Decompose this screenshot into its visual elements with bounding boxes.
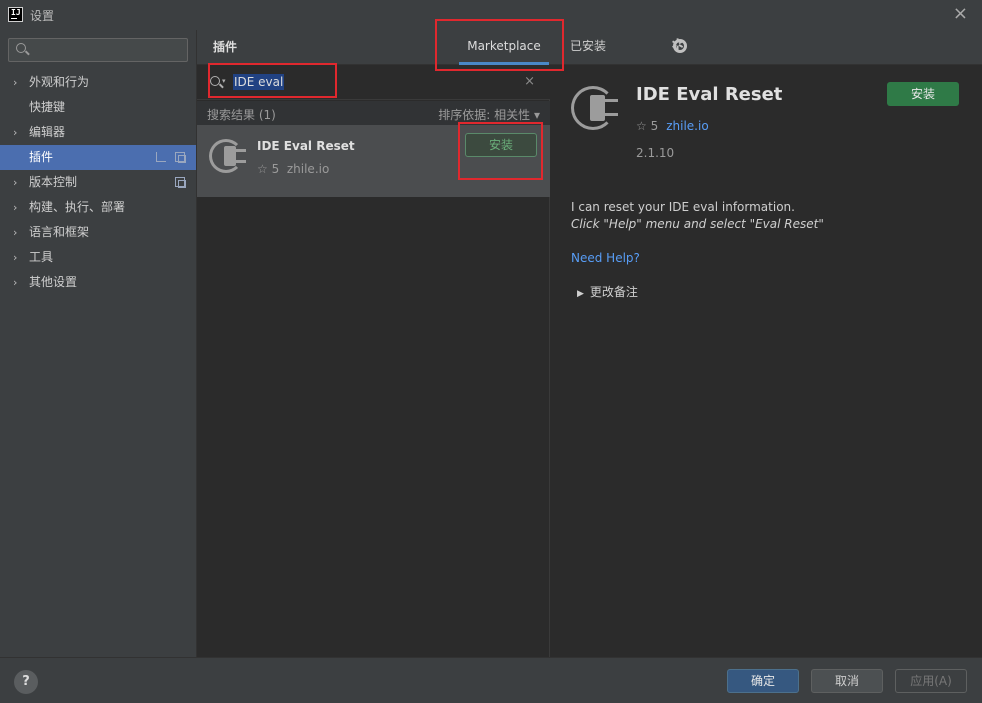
plugin-detail-pane: IDE Eval Reset ☆ 5 zhile.io 2.1.10 安装 I c…: [551, 65, 982, 657]
dialog-footer: ? 确定 取消 应用(A): [0, 657, 982, 703]
plugin-list-pane: ▾ IDE eval × 搜索结果 (1) 排序依据: 相关性 ▾ IDE Ev…: [197, 65, 550, 657]
project-scope-icon: [175, 152, 186, 163]
project-scope-icon: [175, 177, 186, 188]
search-icon: [16, 43, 26, 53]
intellij-logo-icon: IJ: [8, 7, 23, 22]
sidebar-item-tools[interactable]: › 工具: [0, 245, 196, 270]
detail-version: 2.1.10: [636, 146, 675, 160]
sidebar-item-other[interactable]: › 其他设置: [0, 270, 196, 295]
results-count: 搜索结果 (1): [207, 108, 276, 122]
detail-rating: ☆ 5: [636, 119, 659, 133]
plugin-icon: [209, 137, 249, 177]
list-item[interactable]: IDE Eval Reset ☆ 5 zhile.io 安装: [197, 125, 550, 197]
sidebar-item-appearance[interactable]: › 外观和行为: [0, 70, 196, 95]
chevron-right-icon: ›: [13, 201, 18, 214]
chevron-right-icon: ›: [13, 276, 18, 289]
detail-install-button[interactable]: 安装: [887, 82, 959, 106]
changelog-toggle[interactable]: ▶ 更改备注: [577, 283, 638, 300]
plugin-rating: ☆ 5: [257, 162, 280, 176]
sidebar-item-label: 语言和框架: [29, 225, 90, 239]
apply-button[interactable]: 应用(A): [895, 669, 967, 693]
sidebar-item-languages[interactable]: › 语言和框架: [0, 220, 196, 245]
sidebar-item-version-control[interactable]: › 版本控制: [0, 170, 196, 195]
plugin-meta: ☆ 5 zhile.io: [257, 162, 329, 176]
settings-sidebar: › 外观和行为 快捷键 › 编辑器 插件 › 版本控制 › 构建、执行、部署 ›…: [0, 30, 197, 657]
close-icon[interactable]: ×: [953, 3, 968, 24]
chevron-right-icon: ›: [13, 251, 18, 264]
help-button[interactable]: ?: [14, 670, 38, 694]
gear-icon[interactable]: [671, 35, 687, 54]
description-line-1: I can reset your IDE eval information.: [571, 200, 795, 214]
chevron-right-icon: ›: [13, 76, 18, 89]
plugin-vendor: zhile.io: [286, 162, 330, 176]
settings-search-input[interactable]: [8, 38, 188, 62]
sidebar-item-plugins[interactable]: 插件: [0, 145, 196, 170]
need-help-link[interactable]: Need Help?: [571, 251, 640, 265]
cancel-button[interactable]: 取消: [811, 669, 883, 693]
install-button[interactable]: 安装: [465, 133, 537, 157]
description-line-2: Click "Help" menu and select "Eval Reset…: [571, 217, 824, 231]
sidebar-item-label: 插件: [29, 150, 54, 164]
sidebar-item-editor[interactable]: › 编辑器: [0, 120, 196, 145]
expand-arrow-icon: ▶: [577, 289, 584, 299]
search-history-dropdown-icon[interactable]: ▾: [222, 77, 226, 85]
sidebar-item-build[interactable]: › 构建、执行、部署: [0, 195, 196, 220]
plugin-name: IDE Eval Reset: [257, 139, 355, 153]
title-bar: IJ 设置 ×: [0, 0, 982, 30]
ok-button[interactable]: 确定: [727, 669, 799, 693]
plugins-header: 插件 Marketplace 已安装: [197, 30, 982, 65]
search-icon: [210, 76, 220, 86]
sidebar-item-label: 其他设置: [29, 275, 78, 289]
results-header: 搜索结果 (1) 排序依据: 相关性 ▾: [197, 101, 550, 125]
chevron-right-icon: ›: [13, 176, 18, 189]
detail-plugin-name: IDE Eval Reset: [636, 84, 783, 105]
plugin-search-input[interactable]: ▾ IDE eval ×: [197, 65, 550, 100]
language-icon: [156, 152, 166, 162]
chevron-right-icon: ›: [13, 126, 18, 139]
chevron-right-icon: ›: [13, 226, 18, 239]
sidebar-item-label: 版本控制: [29, 175, 78, 189]
sidebar-item-label: 快捷键: [29, 100, 66, 114]
window-title: 设置: [30, 9, 55, 23]
tab-marketplace[interactable]: Marketplace: [459, 30, 549, 65]
changelog-label: 更改备注: [589, 285, 638, 299]
detail-meta: ☆ 5 zhile.io: [636, 119, 709, 133]
sidebar-item-label: 工具: [29, 250, 54, 264]
sort-by-dropdown[interactable]: 排序依据: 相关性 ▾: [438, 106, 540, 123]
sidebar-item-label: 构建、执行、部署: [29, 200, 126, 214]
vendor-link[interactable]: zhile.io: [666, 119, 708, 133]
sidebar-item-label: 编辑器: [29, 125, 66, 139]
search-value[interactable]: IDE eval: [233, 74, 285, 90]
clear-search-icon[interactable]: ×: [524, 74, 535, 89]
settings-tree: › 外观和行为 快捷键 › 编辑器 插件 › 版本控制 › 构建、执行、部署 ›…: [0, 70, 196, 295]
sidebar-item-keymap[interactable]: 快捷键: [0, 95, 196, 120]
plugin-icon: [571, 83, 623, 135]
tab-installed[interactable]: 已安装: [570, 30, 606, 65]
page-title: 插件: [213, 40, 238, 54]
sidebar-item-label: 外观和行为: [29, 75, 90, 89]
